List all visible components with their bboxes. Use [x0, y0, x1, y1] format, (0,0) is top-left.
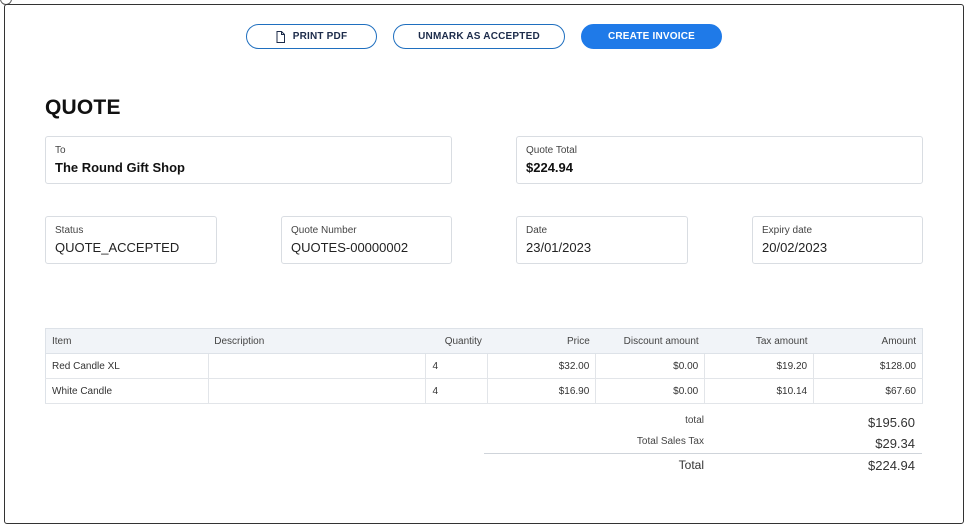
- table-row: Red Candle XL 4 $32.00 $0.00 $19.20 $128…: [45, 353, 923, 379]
- subtotal-label: total: [685, 415, 704, 426]
- unmark-accepted-button[interactable]: UNMARK AS ACCEPTED: [393, 24, 565, 49]
- create-invoice-button[interactable]: CREATE INVOICE: [581, 24, 722, 49]
- cell-item: Red Candle XL: [45, 353, 209, 379]
- print-pdf-label: PRINT PDF: [292, 31, 348, 42]
- create-invoice-label: CREATE INVOICE: [607, 31, 696, 42]
- sales-tax-row: Total Sales Tax $29.34: [484, 434, 922, 454]
- cell-item: White Candle: [45, 378, 209, 404]
- date-label: Date: [526, 225, 548, 236]
- grand-total-label: Total: [678, 458, 704, 472]
- quote-total-label: Quote Total: [526, 145, 577, 156]
- line-items-table: Item Description Quantity Price Discount…: [45, 328, 923, 404]
- totals-divider: [484, 453, 922, 454]
- cell-quantity: 4: [425, 353, 489, 379]
- quote-total-field: Quote Total $224.94: [516, 136, 923, 184]
- grand-total-row: Total $224.94: [484, 457, 922, 477]
- page-title: QUOTE: [45, 96, 121, 119]
- cell-quantity: 4: [425, 378, 489, 404]
- subtotal-value: $195.60: [868, 415, 915, 430]
- status-label: Status: [55, 225, 84, 236]
- cell-amount: $128.00: [813, 353, 923, 379]
- quote-number-value: QUOTES-00000002: [291, 240, 409, 255]
- cell-tax: $19.20: [704, 353, 815, 379]
- to-value: The Round Gift Shop: [55, 160, 185, 175]
- quote-number-label: Quote Number: [291, 225, 357, 236]
- expiry-date-field: Expiry date 20/02/2023: [752, 216, 923, 264]
- cell-description: [207, 378, 427, 404]
- column-header-quantity: Quantity: [425, 328, 488, 354]
- column-header-description: Description: [208, 328, 426, 354]
- status-field: Status QUOTE_ACCEPTED: [45, 216, 217, 264]
- unmark-accepted-label: UNMARK AS ACCEPTED: [418, 31, 540, 42]
- cell-amount: $67.60: [813, 378, 923, 404]
- cell-discount: $0.00: [595, 378, 706, 404]
- cell-price: $16.90: [487, 378, 597, 404]
- quote-total-value: $224.94: [526, 160, 573, 175]
- to-field: To The Round Gift Shop: [45, 136, 452, 184]
- expiry-date-label: Expiry date: [762, 225, 813, 236]
- sales-tax-value: $29.34: [875, 436, 915, 451]
- grand-total-value: $224.94: [868, 458, 915, 473]
- document-icon: [276, 30, 285, 43]
- status-value: QUOTE_ACCEPTED: [55, 240, 180, 255]
- table-row: White Candle 4 $16.90 $0.00 $10.14 $67.6…: [45, 378, 923, 404]
- column-header-item: Item: [45, 328, 209, 354]
- date-value: 23/01/2023: [526, 240, 592, 255]
- cell-price: $32.00: [487, 353, 597, 379]
- cell-description: [207, 353, 427, 379]
- column-header-discount: Discount amount: [595, 328, 705, 354]
- cell-tax: $10.14: [704, 378, 815, 404]
- subtotal-row: total $195.60: [484, 413, 922, 433]
- quote-number-field: Quote Number QUOTES-00000002: [281, 216, 452, 264]
- sales-tax-label: Total Sales Tax: [636, 436, 704, 447]
- expiry-date-value: 20/02/2023: [762, 240, 828, 255]
- date-field: Date 23/01/2023: [516, 216, 688, 264]
- print-pdf-button[interactable]: PRINT PDF: [246, 24, 377, 49]
- column-header-tax: Tax amount: [704, 328, 814, 354]
- column-header-amount: Amount: [813, 328, 923, 354]
- column-header-price: Price: [487, 328, 596, 354]
- cell-discount: $0.00: [595, 353, 706, 379]
- to-label: To: [55, 145, 66, 156]
- table-header-row: Item Description Quantity Price Discount…: [45, 328, 923, 354]
